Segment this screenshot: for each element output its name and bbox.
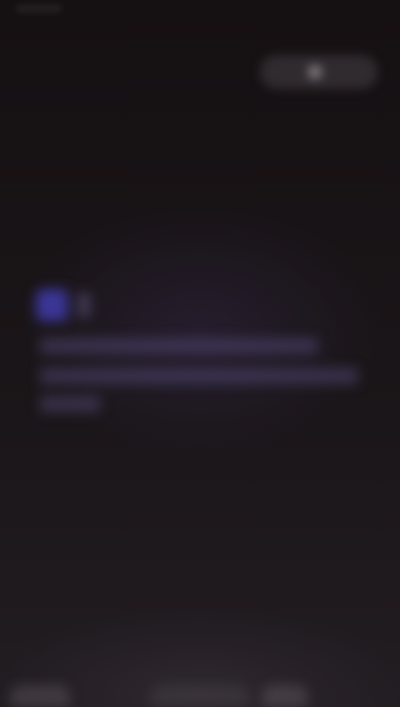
card-text-line (40, 368, 358, 384)
status-indicator-icon (16, 4, 62, 13)
headline-row (36, 288, 336, 322)
avatar-icon (308, 65, 322, 79)
bottom-nav-item-left[interactable] (10, 685, 70, 707)
bottom-nav-bar (0, 668, 400, 707)
status-bar (0, 0, 400, 20)
bottom-nav-item-center[interactable] (150, 685, 250, 707)
content-icon (36, 289, 68, 321)
card-text-line (40, 396, 100, 412)
bottom-nav-item-right[interactable] (262, 685, 308, 707)
card-headline (78, 293, 90, 317)
card-text-line (40, 338, 318, 354)
app-screen (0, 0, 400, 707)
content-card (36, 278, 358, 428)
top-action-button[interactable] (260, 55, 378, 89)
